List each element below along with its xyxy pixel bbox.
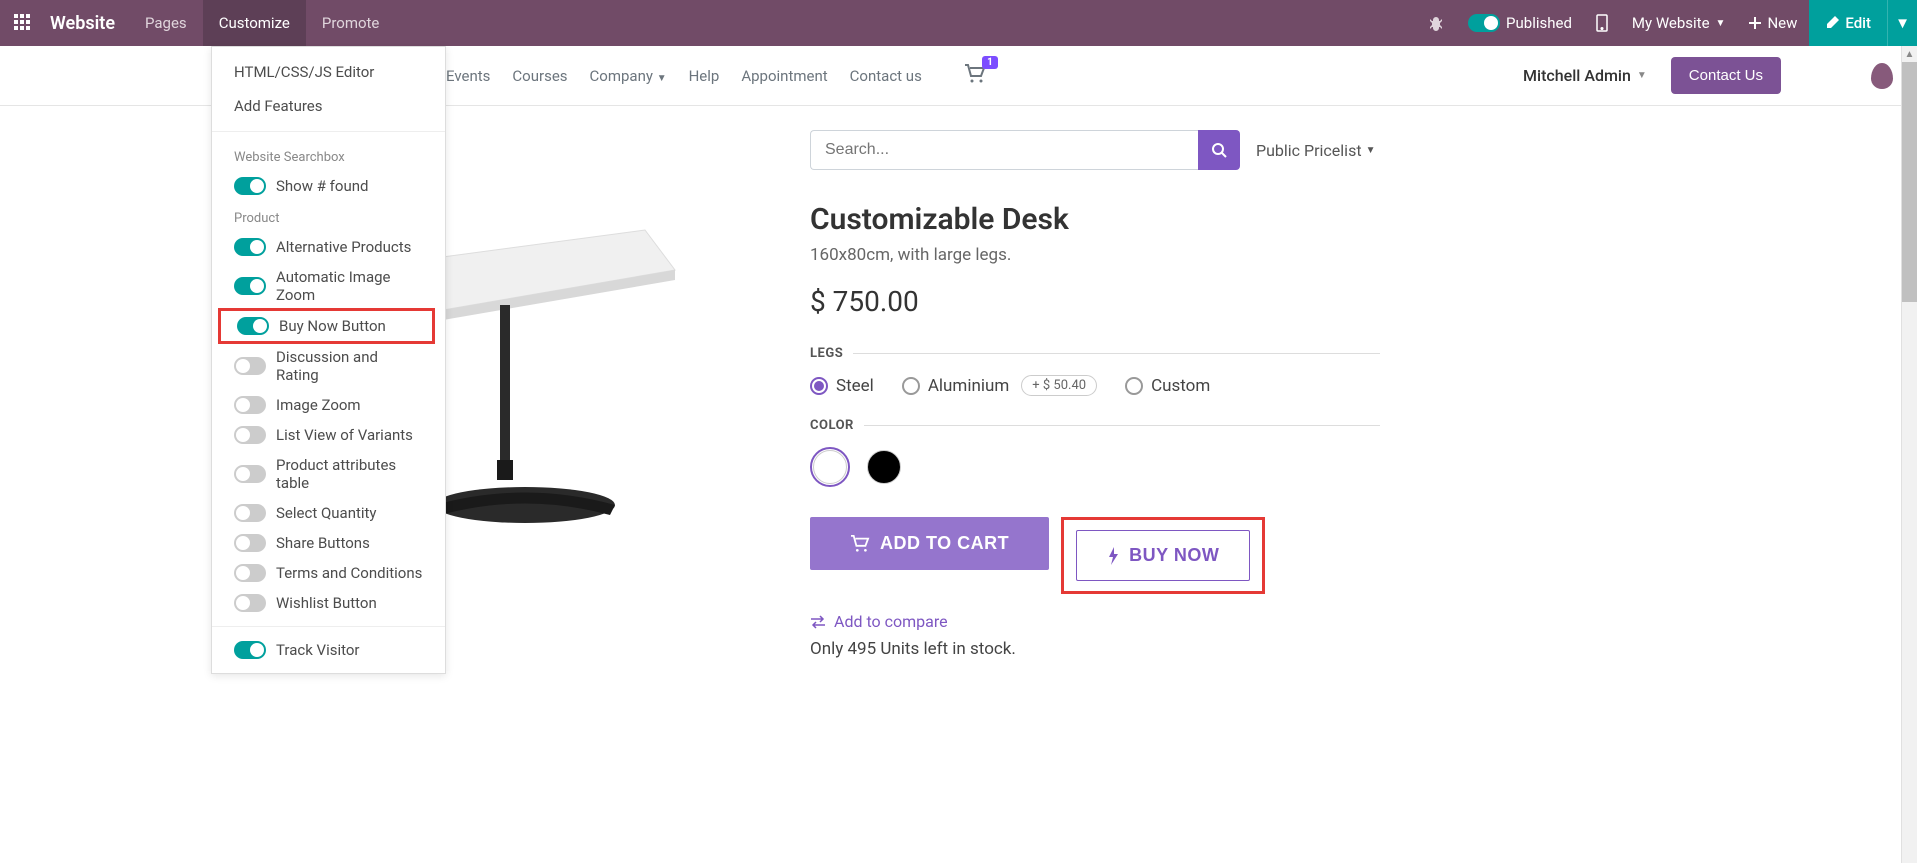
dd-section-searchbox: Website Searchbox (212, 140, 445, 171)
stock-text: Only 495 Units left in stock. (810, 639, 1380, 659)
dd-section-product: Product (212, 201, 445, 232)
product-title: Customizable Desk (810, 202, 1380, 237)
search-button[interactable] (1198, 130, 1240, 170)
dd-add-features[interactable]: Add Features (212, 89, 445, 123)
add-to-cart-button[interactable]: ADD TO CART (810, 517, 1049, 570)
cart-icon[interactable]: 1 (964, 64, 986, 88)
legs-label: LEGS (810, 346, 1380, 361)
dd-opt-share-buttons[interactable]: Share Buttons (212, 528, 445, 558)
nav-courses[interactable]: Courses (512, 67, 567, 85)
buy-now-highlight-box: BUY NOW (1061, 517, 1265, 594)
nav-help[interactable]: Help (689, 67, 720, 85)
color-white[interactable] (810, 447, 850, 487)
aluminium-extra-price: + $ 50.40 (1021, 375, 1097, 396)
dd-opt-list-view-of-variants[interactable]: List View of Variants (212, 420, 445, 450)
brand[interactable]: Website (46, 13, 129, 34)
dd-opt-image-zoom[interactable]: Image Zoom (212, 390, 445, 420)
legs-option-steel[interactable]: Steel (810, 376, 874, 396)
dd-opt-discussion-and-rating[interactable]: Discussion and Rating (212, 342, 445, 390)
nav-appointment[interactable]: Appointment (741, 67, 827, 85)
dd-html-editor[interactable]: HTML/CSS/JS Editor (212, 55, 445, 89)
dd-track-visitor[interactable]: Track Visitor (212, 635, 445, 665)
pricelist-dropdown[interactable]: Public Pricelist ▼ (1256, 141, 1375, 160)
menu-customize[interactable]: Customize (203, 0, 306, 46)
dd-opt-product-attributes-table[interactable]: Product attributes table (212, 450, 445, 498)
product-subtitle: 160x80cm, with large legs. (810, 245, 1380, 265)
menu-pages[interactable]: Pages (129, 0, 203, 46)
edit-button[interactable]: Edit (1809, 0, 1887, 46)
cart-badge: 1 (982, 56, 998, 69)
nav-company[interactable]: Company ▼ (590, 67, 667, 85)
published-toggle[interactable]: Published (1456, 0, 1584, 46)
nav-events[interactable]: Events (446, 67, 490, 85)
edit-dropdown-caret[interactable]: ▼ (1887, 0, 1917, 46)
search-box (810, 130, 1240, 170)
apps-menu-icon[interactable] (0, 14, 46, 32)
customize-dropdown: HTML/CSS/JS Editor Add Features Website … (211, 46, 446, 674)
color-label: COLOR (810, 418, 1380, 433)
nav-contact-us[interactable]: Contact us (850, 67, 922, 85)
dd-opt-wishlist-button[interactable]: Wishlist Button (212, 588, 445, 618)
new-button[interactable]: New (1737, 0, 1809, 46)
dd-opt-alternative-products[interactable]: Alternative Products (212, 232, 445, 262)
product-details-column: Public Pricelist ▼ Customizable Desk 160… (810, 130, 1380, 659)
product-price: $ 750.00 (810, 285, 1380, 318)
legs-option-aluminium[interactable]: Aluminium + $ 50.40 (902, 375, 1097, 396)
menu-promote[interactable]: Promote (306, 0, 396, 46)
dd-opt-buy-now-button[interactable]: Buy Now Button (223, 315, 430, 337)
add-to-compare-link[interactable]: Add to compare (810, 612, 1380, 631)
dd-opt-automatic-image-zoom[interactable]: Automatic Image Zoom (212, 262, 445, 310)
buy-now-button[interactable]: BUY NOW (1076, 530, 1250, 581)
bug-icon[interactable] (1416, 0, 1456, 46)
scrollbar[interactable]: ▲ (1901, 46, 1917, 863)
contact-us-button[interactable]: Contact Us (1671, 57, 1781, 94)
odoo-logo-icon (1871, 63, 1893, 89)
dd-opt-terms-and-conditions[interactable]: Terms and Conditions (212, 558, 445, 588)
legs-option-custom[interactable]: Custom (1125, 376, 1210, 396)
dd-opt-select-quantity[interactable]: Select Quantity (212, 498, 445, 528)
user-menu[interactable]: Mitchell Admin▼ (1523, 66, 1647, 85)
topbar: Website Pages Customize Promote Publishe… (0, 0, 1917, 46)
my-website-dropdown[interactable]: My Website▼ (1620, 0, 1738, 46)
dd-show-found[interactable]: Show # found (212, 171, 445, 201)
search-input[interactable] (810, 130, 1198, 170)
mobile-preview-icon[interactable] (1584, 0, 1620, 46)
published-label: Published (1506, 14, 1572, 32)
color-black[interactable] (864, 447, 904, 487)
